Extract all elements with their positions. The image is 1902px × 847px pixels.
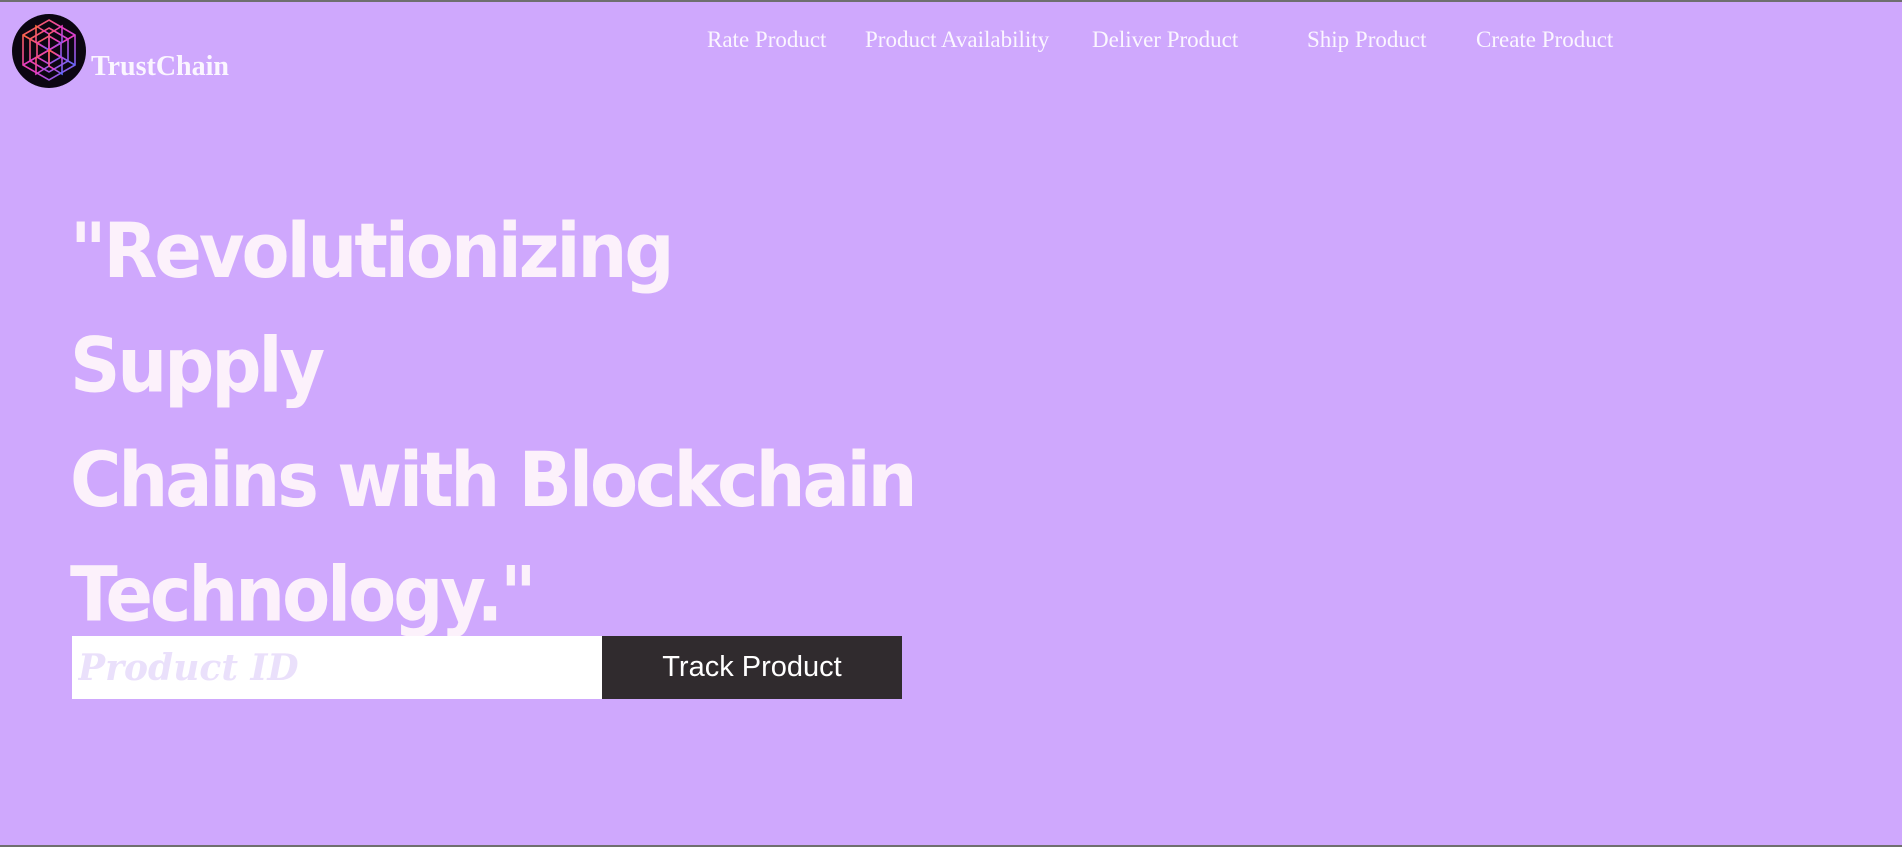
hero-line-1: "Revolutionizing Supply bbox=[70, 206, 674, 410]
nav-item-deliver-product[interactable]: Deliver Product bbox=[1092, 28, 1238, 51]
hero-line-2: Chains with Blockchain bbox=[70, 435, 918, 525]
product-id-input[interactable] bbox=[72, 636, 602, 699]
top-navigation: Rate Product Product Availability Delive… bbox=[0, 28, 1902, 58]
track-product-form: Track Product bbox=[72, 636, 902, 699]
hero-headline: "Revolutionizing Supply Chains with Bloc… bbox=[70, 194, 930, 652]
hero-line-3: Technology." bbox=[70, 550, 537, 639]
nav-item-product-availability[interactable]: Product Availability bbox=[865, 28, 1049, 51]
nav-item-ship-product[interactable]: Ship Product bbox=[1307, 28, 1426, 51]
nav-item-rate-product[interactable]: Rate Product bbox=[707, 28, 826, 51]
nav-item-create-product[interactable]: Create Product bbox=[1476, 28, 1613, 51]
track-product-button[interactable]: Track Product bbox=[602, 636, 902, 699]
